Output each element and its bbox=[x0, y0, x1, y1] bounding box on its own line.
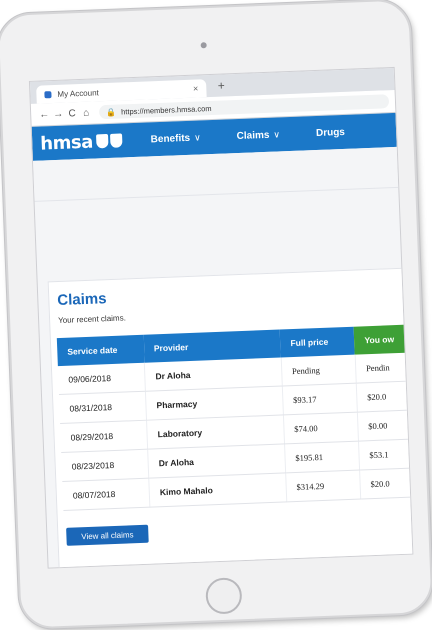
column-header[interactable]: You ow bbox=[353, 323, 414, 355]
service-date: 08/29/2018 bbox=[60, 420, 148, 453]
menu-benefits[interactable]: Benefits ∨ bbox=[150, 132, 200, 145]
view-all-claims-button[interactable]: View all claims bbox=[66, 524, 149, 546]
claims-table: Service date Provider Full price You ow … bbox=[56, 323, 414, 511]
you-owe: $53.1 bbox=[358, 438, 414, 471]
service-date: 08/07/2018 bbox=[62, 478, 150, 511]
lock-icon: 🔒 bbox=[105, 107, 117, 117]
tablet-screen: My Account × + ← → C ⌂ 🔒 https://members… bbox=[28, 66, 414, 569]
claims-title: Claims bbox=[57, 290, 107, 310]
menu-claims-label: Claims bbox=[236, 129, 270, 142]
service-date: 08/23/2018 bbox=[61, 449, 149, 482]
you-owe: $0.00 bbox=[357, 409, 414, 442]
main-menu: Benefits ∨ Claims ∨ Drugs bbox=[150, 125, 381, 145]
service-date: 09/06/2018 bbox=[57, 362, 146, 395]
claims-subtitle: Your recent claims. bbox=[57, 313, 126, 326]
favicon-icon bbox=[44, 90, 52, 98]
menu-drugs-label: Drugs bbox=[315, 126, 346, 139]
claims-card: Claims Your recent claims. Service date … bbox=[47, 267, 414, 569]
url-text: https://members.hmsa.com bbox=[120, 103, 212, 116]
you-owe: $20.0 bbox=[356, 380, 414, 413]
full-price: $314.29 bbox=[285, 470, 361, 502]
column-header[interactable]: Full price bbox=[279, 326, 356, 358]
back-icon[interactable]: ← bbox=[37, 109, 51, 121]
reload-icon[interactable]: C bbox=[65, 108, 79, 120]
home-icon[interactable]: ⌂ bbox=[79, 107, 93, 119]
you-owe: Pendin bbox=[355, 351, 414, 384]
menu-claims[interactable]: Claims ∨ bbox=[236, 129, 280, 142]
blue-cross-shield-icon bbox=[96, 133, 123, 149]
full-price: $93.17 bbox=[282, 383, 358, 415]
forward-icon[interactable]: → bbox=[51, 108, 65, 120]
full-price: Pending bbox=[281, 354, 357, 386]
you-owe: $20.0 bbox=[359, 467, 414, 500]
tablet-device: My Account × + ← → C ⌂ 🔒 https://members… bbox=[0, 0, 432, 630]
full-price: $195.81 bbox=[284, 441, 360, 473]
provider: Kimo Mahalo bbox=[148, 472, 287, 508]
close-icon[interactable]: × bbox=[193, 83, 199, 93]
full-price: $74.00 bbox=[283, 412, 359, 444]
column-header[interactable]: Service date bbox=[56, 334, 145, 367]
tab-title: My Account bbox=[57, 87, 99, 99]
new-tab-button[interactable]: + bbox=[214, 78, 229, 93]
menu-drugs[interactable]: Drugs bbox=[316, 126, 345, 138]
menu-benefits-label: Benefits bbox=[150, 132, 191, 145]
chevron-down-icon: ∨ bbox=[193, 131, 201, 143]
hmsa-logo[interactable]: hmsa bbox=[40, 131, 93, 154]
chevron-down-icon: ∨ bbox=[273, 128, 281, 140]
service-date: 08/31/2018 bbox=[58, 391, 147, 424]
